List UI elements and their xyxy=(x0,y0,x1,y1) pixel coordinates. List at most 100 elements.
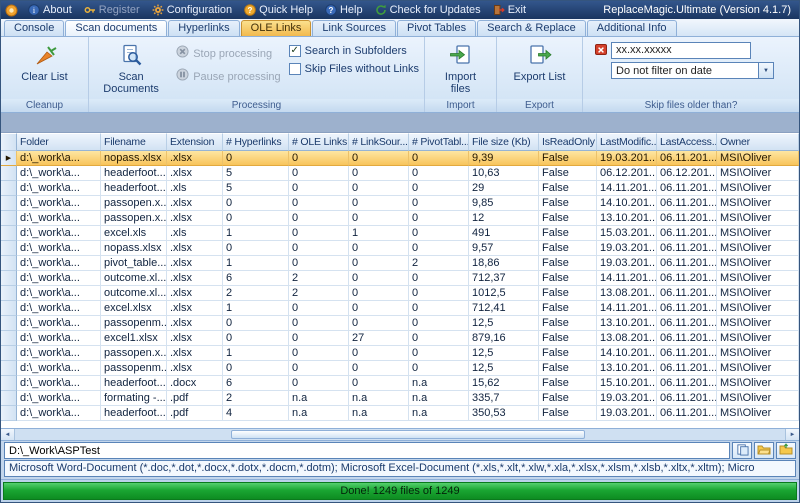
table-cell[interactable]: 06.11.201... xyxy=(657,301,717,316)
table-cell[interactable]: 0 xyxy=(289,361,349,376)
table-cell[interactable]: 0 xyxy=(289,376,349,391)
table-cell[interactable]: 0 xyxy=(409,361,469,376)
pause-processing-button[interactable]: Pause processing xyxy=(176,68,280,85)
table-cell[interactable]: 0 xyxy=(289,211,349,226)
export-list-button[interactable]: Export List xyxy=(508,40,572,86)
column-header[interactable]: Folder xyxy=(17,133,101,151)
table-cell[interactable]: 0 xyxy=(349,256,409,271)
menu-check-updates[interactable]: Check for Updates xyxy=(369,1,487,19)
table-cell[interactable]: .xlsx xyxy=(167,361,223,376)
table-cell[interactable]: 18,86 xyxy=(469,256,539,271)
menu-help[interactable]: ? Help xyxy=(319,1,369,19)
scroll-right-icon[interactable]: ► xyxy=(785,429,799,440)
file-type-filter[interactable]: Microsoft Word-Document (*.doc,*.dot,*.d… xyxy=(4,460,796,477)
table-row[interactable]: d:\_work\a...formating -....pdf2n.an.an.… xyxy=(1,391,799,406)
menu-configuration[interactable]: Configuration xyxy=(146,1,238,19)
table-row[interactable]: d:\_work\a...headerfoot....docx600n.a15,… xyxy=(1,376,799,391)
table-cell[interactable]: 0 xyxy=(223,361,289,376)
table-cell[interactable]: 0 xyxy=(409,331,469,346)
browse-folder-button[interactable] xyxy=(754,442,774,459)
table-cell[interactable]: d:\_work\a... xyxy=(17,151,101,166)
table-cell[interactable]: 1 xyxy=(223,226,289,241)
table-cell[interactable]: outcome.xl... xyxy=(101,286,167,301)
table-cell[interactable]: n.a xyxy=(409,376,469,391)
table-cell[interactable]: 0 xyxy=(349,361,409,376)
table-cell[interactable]: 712,37 xyxy=(469,271,539,286)
table-cell[interactable]: formating -... xyxy=(101,391,167,406)
menu-exit[interactable]: Exit xyxy=(487,1,532,19)
table-cell[interactable]: headerfoot... xyxy=(101,166,167,181)
table-cell[interactable]: 0 xyxy=(289,241,349,256)
table-cell[interactable]: pivot_table... xyxy=(101,256,167,271)
table-cell[interactable]: 0 xyxy=(349,211,409,226)
table-cell[interactable]: MSI\Oliver xyxy=(717,346,799,361)
table-cell[interactable]: 06.12.201... xyxy=(597,166,657,181)
table-cell[interactable]: 12,5 xyxy=(469,361,539,376)
table-cell[interactable]: 06.11.201... xyxy=(657,286,717,301)
table-cell[interactable]: 14.11.201... xyxy=(597,301,657,316)
table-cell[interactable]: 0 xyxy=(349,151,409,166)
table-cell[interactable]: 2 xyxy=(409,256,469,271)
table-cell[interactable]: 0 xyxy=(289,331,349,346)
table-row[interactable]: d:\_work\a...headerfoot....xlsx500010,63… xyxy=(1,166,799,181)
table-cell[interactable]: 0 xyxy=(223,316,289,331)
table-cell[interactable]: .pdf xyxy=(167,406,223,421)
table-row[interactable]: d:\_work\a...outcome.xl....xlsx22001012,… xyxy=(1,286,799,301)
table-cell[interactable]: False xyxy=(539,196,597,211)
table-cell[interactable]: MSI\Oliver xyxy=(717,241,799,256)
table-cell[interactable]: 0 xyxy=(289,256,349,271)
table-cell[interactable]: headerfoot... xyxy=(101,376,167,391)
table-cell[interactable]: 06.11.201... xyxy=(657,196,717,211)
menu-about[interactable]: i About xyxy=(22,1,78,19)
table-cell[interactable]: .xlsx xyxy=(167,256,223,271)
table-cell[interactable]: MSI\Oliver xyxy=(717,211,799,226)
table-cell[interactable]: 12 xyxy=(469,211,539,226)
table-cell[interactable]: 5 xyxy=(223,181,289,196)
table-row[interactable]: d:\_work\a...passopen.x....xlsx000012Fal… xyxy=(1,211,799,226)
table-cell[interactable]: 0 xyxy=(349,166,409,181)
table-cell[interactable]: 2 xyxy=(289,286,349,301)
tab-link-sources[interactable]: Link Sources xyxy=(312,20,396,36)
table-cell[interactable]: 0 xyxy=(289,316,349,331)
table-cell[interactable]: 13.10.201... xyxy=(597,211,657,226)
table-cell[interactable]: 0 xyxy=(349,181,409,196)
table-cell[interactable]: 879,16 xyxy=(469,331,539,346)
table-cell[interactable]: .xlsx xyxy=(167,286,223,301)
table-cell[interactable]: MSI\Oliver xyxy=(717,376,799,391)
table-cell[interactable]: 0 xyxy=(289,181,349,196)
table-cell[interactable]: outcome.xl... xyxy=(101,271,167,286)
table-cell[interactable]: 10,63 xyxy=(469,166,539,181)
column-header[interactable]: # PivotTabl... xyxy=(409,133,469,151)
column-header[interactable]: Extension xyxy=(167,133,223,151)
table-cell[interactable]: False xyxy=(539,181,597,196)
table-cell[interactable]: d:\_work\a... xyxy=(17,361,101,376)
table-row[interactable]: d:\_work\a...excel.xlsx.xlsx1000712,41Fa… xyxy=(1,301,799,316)
table-cell[interactable]: d:\_work\a... xyxy=(17,226,101,241)
table-cell[interactable]: 0 xyxy=(409,226,469,241)
table-cell[interactable]: 1 xyxy=(223,256,289,271)
table-cell[interactable]: .xls xyxy=(167,226,223,241)
table-cell[interactable]: headerfoot... xyxy=(101,406,167,421)
table-cell[interactable]: 0 xyxy=(409,196,469,211)
table-cell[interactable]: 06.12.201... xyxy=(657,166,717,181)
table-cell[interactable]: MSI\Oliver xyxy=(717,166,799,181)
column-header[interactable]: Filename xyxy=(101,133,167,151)
table-cell[interactable]: 1 xyxy=(349,226,409,241)
table-cell[interactable]: d:\_work\a... xyxy=(17,241,101,256)
open-folder-button[interactable] xyxy=(776,442,796,459)
tab-search-replace[interactable]: Search & Replace xyxy=(477,20,586,36)
table-cell[interactable]: 0 xyxy=(409,271,469,286)
table-row[interactable]: d:\_work\a...headerfoot....xls500029Fals… xyxy=(1,181,799,196)
table-cell[interactable]: 15,62 xyxy=(469,376,539,391)
table-cell[interactable]: 0 xyxy=(349,376,409,391)
table-cell[interactable]: d:\_work\a... xyxy=(17,271,101,286)
table-cell[interactable]: 335,7 xyxy=(469,391,539,406)
table-cell[interactable]: d:\_work\a... xyxy=(17,211,101,226)
table-cell[interactable]: .xlsx xyxy=(167,271,223,286)
table-cell[interactable]: 9,85 xyxy=(469,196,539,211)
table-cell[interactable]: MSI\Oliver xyxy=(717,286,799,301)
table-cell[interactable]: d:\_work\a... xyxy=(17,331,101,346)
table-cell[interactable]: False xyxy=(539,331,597,346)
table-cell[interactable]: 0 xyxy=(289,196,349,211)
column-header[interactable]: # Hyperlinks xyxy=(223,133,289,151)
